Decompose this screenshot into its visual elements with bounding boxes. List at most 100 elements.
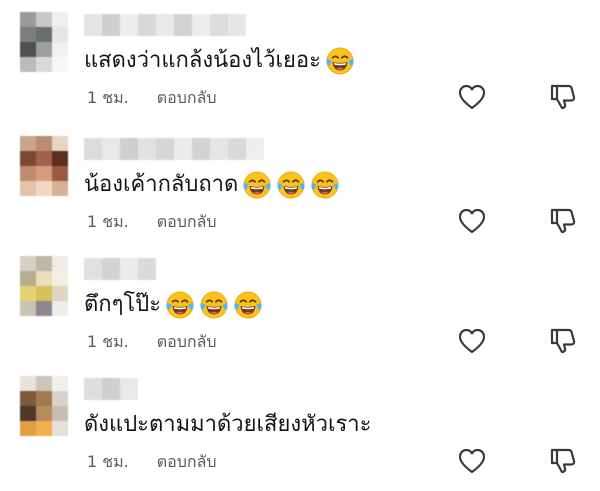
name-pixel bbox=[156, 14, 174, 36]
commenter-name-blurred[interactable] bbox=[84, 258, 156, 280]
avatar-pixel bbox=[36, 271, 52, 286]
face-with-tears-of-joy-icon bbox=[243, 171, 271, 199]
comment-meta: 1 ชม. ตอบกลับ bbox=[87, 330, 217, 355]
face-with-tears-of-joy-icon bbox=[200, 291, 228, 319]
reply-button[interactable]: ตอบกลับ bbox=[157, 330, 217, 355]
avatar-pixel bbox=[52, 256, 68, 271]
avatar-pixel bbox=[52, 301, 68, 316]
like-button[interactable] bbox=[457, 326, 487, 356]
name-pixel bbox=[246, 138, 264, 160]
thumbs-down-icon bbox=[550, 208, 576, 234]
heart-outline-icon bbox=[458, 208, 486, 234]
name-pixel bbox=[192, 14, 210, 36]
avatar-pixel bbox=[52, 271, 68, 286]
avatar-pixel bbox=[52, 12, 68, 27]
avatar-pixel bbox=[36, 256, 52, 271]
reply-button[interactable]: ตอบกลับ bbox=[157, 210, 217, 235]
avatar-pixel bbox=[52, 376, 68, 391]
avatar-pixel bbox=[52, 27, 68, 42]
avatar-pixel bbox=[20, 286, 36, 301]
name-pixel bbox=[156, 138, 174, 160]
avatar-pixel bbox=[52, 151, 68, 166]
avatar[interactable] bbox=[20, 12, 68, 72]
thumbs-down-icon bbox=[550, 84, 576, 110]
heart-outline-icon bbox=[458, 328, 486, 354]
comment-timestamp: 1 ชม. bbox=[87, 452, 129, 471]
avatar-pixel bbox=[36, 12, 52, 27]
avatar-pixel bbox=[36, 406, 52, 421]
like-button[interactable] bbox=[457, 206, 487, 236]
avatar-pixel bbox=[36, 42, 52, 57]
comment-text: ตึกๆโป๊ะ bbox=[84, 288, 263, 322]
avatar-pixel bbox=[52, 57, 68, 72]
heart-outline-icon bbox=[458, 448, 486, 474]
avatar-pixel bbox=[20, 376, 36, 391]
name-pixel bbox=[210, 138, 228, 160]
dislike-button[interactable] bbox=[548, 206, 578, 236]
avatar-pixel bbox=[52, 286, 68, 301]
avatar-pixel bbox=[20, 421, 36, 436]
commenter-name-blurred[interactable] bbox=[84, 138, 264, 160]
comment-text-label: น้องเค้ากลับถาด bbox=[84, 172, 239, 197]
avatar-pixel bbox=[52, 181, 68, 196]
dislike-button[interactable] bbox=[548, 82, 578, 112]
name-pixel bbox=[228, 138, 246, 160]
face-with-tears-of-joy-icon bbox=[277, 171, 305, 199]
face-with-tears-of-joy-icon bbox=[326, 47, 354, 75]
comment-text: แสดงว่าแกล้งน้องไว้เยอะ bbox=[84, 44, 355, 78]
avatar-pixel bbox=[20, 42, 36, 57]
avatar-pixel bbox=[52, 136, 68, 151]
avatar-pixel bbox=[20, 57, 36, 72]
name-pixel bbox=[102, 138, 120, 160]
like-button[interactable] bbox=[457, 446, 487, 476]
like-button[interactable] bbox=[457, 82, 487, 112]
avatar-pixel bbox=[52, 166, 68, 181]
avatar-pixel bbox=[36, 57, 52, 72]
avatar-pixel bbox=[20, 406, 36, 421]
comment-text: น้องเค้ากลับถาด bbox=[84, 168, 340, 202]
comment-text-label: ดังแปะตามมาด้วยเสียงหัวเราะ bbox=[84, 412, 372, 437]
comment-text: ดังแปะตามมาด้วยเสียงหัวเราะ bbox=[84, 408, 371, 442]
comment-timestamp: 1 ชม. bbox=[87, 332, 129, 351]
name-pixel bbox=[84, 138, 102, 160]
name-pixel bbox=[192, 138, 210, 160]
avatar-pixel bbox=[36, 301, 52, 316]
name-pixel bbox=[120, 14, 138, 36]
comment-item: แสดงว่าแกล้งน้องไว้เยอะ 1 ชม. ตอบกลับ bbox=[0, 4, 600, 126]
name-pixel bbox=[120, 258, 138, 280]
name-pixel bbox=[102, 258, 120, 280]
avatar-pixel bbox=[20, 27, 36, 42]
avatar[interactable] bbox=[20, 136, 68, 196]
avatar-pixel bbox=[20, 166, 36, 181]
face-with-tears-of-joy-icon bbox=[311, 171, 339, 199]
commenter-name-blurred[interactable] bbox=[84, 14, 246, 36]
name-pixel bbox=[84, 378, 102, 400]
comment-item: น้องเค้ากลับถาด 1 ชม. ตอบกลับ bbox=[0, 128, 600, 250]
avatar-pixel bbox=[52, 406, 68, 421]
avatar-pixel bbox=[20, 151, 36, 166]
avatar-pixel bbox=[36, 27, 52, 42]
avatar-pixel bbox=[52, 42, 68, 57]
avatar-pixel bbox=[36, 286, 52, 301]
name-pixel bbox=[228, 14, 246, 36]
avatar-pixel bbox=[36, 376, 52, 391]
avatar[interactable] bbox=[20, 376, 68, 436]
comment-timestamp: 1 ชม. bbox=[87, 88, 129, 107]
dislike-button[interactable] bbox=[548, 326, 578, 356]
reply-button[interactable]: ตอบกลับ bbox=[157, 86, 217, 111]
face-with-tears-of-joy-icon bbox=[234, 291, 262, 319]
comment-item: ดังแปะตามมาด้วยเสียงหัวเราะ 1 ชม. ตอบกลั… bbox=[0, 368, 600, 490]
avatar-pixel bbox=[52, 421, 68, 436]
name-pixel bbox=[138, 138, 156, 160]
avatar-pixel bbox=[20, 391, 36, 406]
comment-meta: 1 ชม. ตอบกลับ bbox=[87, 86, 217, 111]
name-pixel bbox=[138, 258, 156, 280]
avatar[interactable] bbox=[20, 256, 68, 316]
reply-button[interactable]: ตอบกลับ bbox=[157, 450, 217, 475]
avatar-pixel bbox=[36, 136, 52, 151]
name-pixel bbox=[120, 378, 138, 400]
comment-meta: 1 ชม. ตอบกลับ bbox=[87, 450, 217, 475]
comment-text-label: แสดงว่าแกล้งน้องไว้เยอะ bbox=[84, 48, 321, 73]
commenter-name-blurred[interactable] bbox=[84, 378, 138, 400]
dislike-button[interactable] bbox=[548, 446, 578, 476]
